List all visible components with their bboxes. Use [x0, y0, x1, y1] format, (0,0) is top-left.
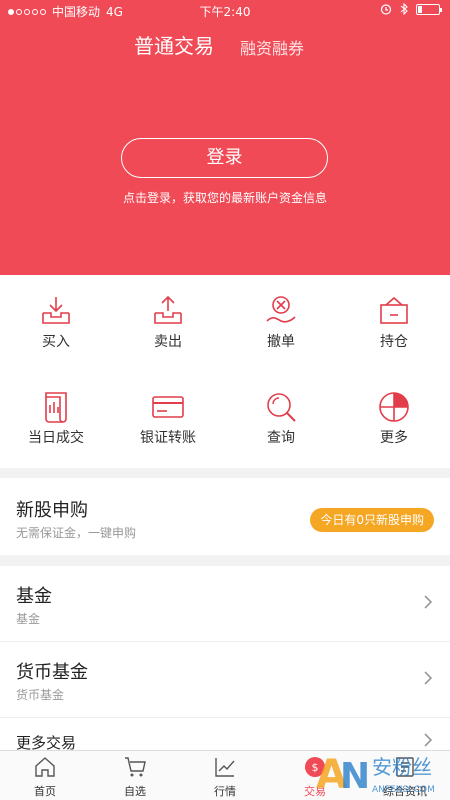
cart-icon [125, 757, 146, 777]
bank-card-icon [152, 396, 184, 418]
tab-margin-trade[interactable]: 融资融券 [240, 35, 304, 59]
download-tray-icon [42, 297, 70, 324]
status-right [380, 3, 442, 15]
login-hint: 点击登录，获取您的最新账户资金信息 [122, 191, 327, 205]
watermark-text: 安粉丝 [372, 755, 432, 779]
function-label: 持仓 [380, 334, 408, 350]
chevron-right-icon [424, 733, 433, 747]
trade-list: 基金 基金 货币基金 货币基金 更多交易 [0, 566, 450, 750]
status-bar: 中国移动 4G 下午2:40 [0, 0, 450, 22]
magnifier-icon [267, 393, 296, 422]
function-label: 查询 [267, 430, 295, 446]
list-item-subtitle: 基金 [16, 612, 41, 626]
list-item-subtitle: 货币基金 [16, 688, 65, 702]
ipo-count-badge[interactable]: 今日有0只新股申购 [310, 508, 434, 532]
function-holdings[interactable]: 持仓 [338, 275, 450, 365]
nav-label: 行情 [214, 785, 236, 798]
tab-normal-trade[interactable]: 普通交易 [134, 30, 214, 59]
upload-tray-icon [154, 295, 182, 324]
function-label: 当日成交 [28, 430, 84, 446]
holdings-box-icon [380, 296, 408, 324]
function-cancel-order[interactable]: 撤单 [225, 275, 337, 365]
alarm-icon [380, 4, 392, 15]
svg-text:N: N [340, 756, 370, 797]
account-header: 中国移动 4G 下午2:40 普通交易 融资融券 登录 点击登录，获取您的最新账… [0, 0, 450, 275]
chevron-right-icon [424, 671, 433, 685]
pie-grid-icon [379, 392, 409, 422]
function-grid: 买入 卖出 撤单 持仓 当日成交 银证转账 查询 更多 [0, 275, 450, 468]
nav-home[interactable]: 首页 [0, 751, 90, 800]
battery-icon [416, 3, 442, 15]
nav-label: 自选 [124, 785, 146, 798]
function-sell[interactable]: 卖出 [112, 275, 224, 365]
site-watermark: A N 安粉丝 ANFENSI.COM [316, 752, 435, 798]
list-item-more-trades[interactable]: 更多交易 [0, 718, 450, 750]
nav-label: 首页 [34, 785, 56, 798]
watermark-url: ANFENSI.COM [372, 785, 435, 795]
nav-watchlist[interactable]: 自选 [90, 751, 180, 800]
scroll-document-icon [45, 392, 67, 423]
function-label: 买入 [42, 334, 70, 350]
login-button[interactable]: 登录 [121, 138, 328, 178]
ipo-section[interactable]: 新股申购 无需保证金，一键申购 今日有0只新股申购 [0, 478, 450, 555]
trend-chart-icon [215, 758, 235, 777]
list-item-title: 更多交易 [16, 734, 77, 750]
function-buy[interactable]: 买入 [0, 275, 112, 365]
function-label: 银证转账 [140, 430, 196, 446]
list-item-fund[interactable]: 基金 基金 [0, 566, 450, 642]
function-label: 更多 [380, 430, 408, 446]
function-bank-transfer[interactable]: 银证转账 [112, 371, 224, 461]
list-item-title: 货币基金 [16, 662, 88, 683]
nav-market[interactable]: 行情 [180, 751, 270, 800]
home-icon [35, 757, 55, 777]
function-label: 撤单 [267, 334, 295, 350]
function-label: 卖出 [154, 334, 182, 350]
ipo-subtitle: 无需保证金，一键申购 [16, 526, 137, 540]
function-query[interactable]: 查询 [225, 371, 337, 461]
function-more[interactable]: 更多 [338, 371, 450, 461]
cancel-order-icon [266, 296, 296, 323]
ipo-title: 新股申购 [16, 500, 88, 521]
bluetooth-icon [400, 3, 408, 15]
function-today-deals[interactable]: 当日成交 [0, 371, 112, 461]
chevron-right-icon [424, 595, 433, 609]
list-item-money-fund[interactable]: 货币基金 货币基金 [0, 642, 450, 718]
list-item-title: 基金 [16, 586, 52, 607]
